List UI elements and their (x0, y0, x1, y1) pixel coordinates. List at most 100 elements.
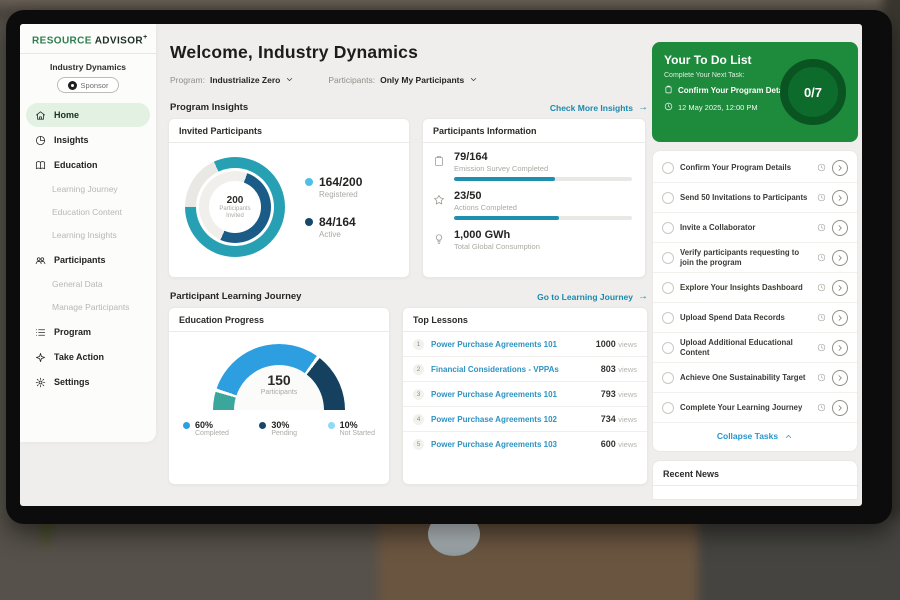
sidebar-item-settings[interactable]: Settings (26, 370, 150, 394)
sidebar-item-manage-participants[interactable]: Manage Participants (20, 296, 156, 319)
views-word: views (618, 365, 637, 374)
lesson-row: 1 Power Purchase Agreements 101 1000 vie… (403, 332, 647, 357)
chevron-right-button[interactable] (832, 310, 848, 326)
participants-dropdown[interactable]: Participants: Only My Participants (328, 71, 478, 89)
check-more-insights-link[interactable]: Check More Insights → (550, 102, 648, 113)
collapse-tasks-link[interactable]: Collapse Tasks (653, 423, 857, 449)
legend-label: Not Started (340, 430, 375, 437)
task-checkbox[interactable] (662, 372, 674, 384)
lesson-link[interactable]: Power Purchase Agreements 103 (431, 440, 594, 449)
task-checkbox[interactable] (662, 162, 674, 174)
task-label: Invite a Collaborator (680, 223, 811, 233)
legend-active: 84/164 Active (305, 215, 362, 239)
todo-summary-card: Your To Do List Complete Your Next Task:… (652, 42, 858, 142)
sidebar-item-label: Learning Insights (52, 230, 117, 240)
legend-value: 84/164 (319, 215, 356, 229)
task-checkbox[interactable] (662, 342, 674, 354)
todo-item[interactable]: Send 50 Invitations to Participants (653, 183, 857, 213)
clock-icon (817, 219, 826, 237)
chevron-right-button[interactable] (832, 160, 848, 176)
legend-value: 30% (271, 420, 297, 430)
sidebar-item-label: Education (54, 160, 98, 170)
lesson-link[interactable]: Power Purchase Agreements 101 (431, 340, 589, 349)
todo-progress-ring: 0/7 (780, 59, 846, 125)
lesson-rank: 4 (413, 414, 424, 425)
todo-item[interactable]: Confirm Your Program Details (653, 153, 857, 183)
stat-value: 1,000 GWh (454, 229, 540, 241)
go-to-learning-journey-link[interactable]: Go to Learning Journey → (537, 291, 648, 302)
task-label: Explore Your Insights Dashboard (680, 283, 811, 293)
sidebar-item-participants[interactable]: Participants (26, 248, 150, 272)
stat-emission-survey: 79/164 Emission Survey Completed (433, 151, 633, 181)
card-title: Participants Information (423, 119, 645, 143)
top-lessons-card: Top Lessons 1 Power Purchase Agreements … (402, 307, 648, 485)
chevron-right-button[interactable] (832, 280, 848, 296)
task-checkbox[interactable] (662, 282, 674, 294)
views-count: 600 (601, 439, 616, 449)
bulb-icon (433, 229, 446, 251)
lesson-rank: 3 (413, 389, 424, 400)
todo-item[interactable]: Upload Additional Educational Content (653, 333, 857, 363)
lesson-rank: 5 (413, 439, 424, 450)
task-checkbox[interactable] (662, 192, 674, 204)
sidebar-item-learning-insights[interactable]: Learning Insights (20, 224, 156, 247)
lesson-link[interactable]: Power Purchase Agreements 101 (431, 390, 594, 399)
todo-item[interactable]: Achieve One Sustainability Target (653, 363, 857, 393)
chevron-right-button[interactable] (832, 220, 848, 236)
sidebar-item-general-data[interactable]: General Data (20, 273, 156, 296)
todo-item[interactable]: Upload Spend Data Records (653, 303, 857, 333)
sidebar-item-label: Learning Journey (52, 184, 118, 194)
program-dropdown[interactable]: Program: Industrialize Zero (170, 71, 294, 89)
sidebar-item-home[interactable]: Home (26, 103, 150, 127)
task-checkbox[interactable] (662, 312, 674, 324)
legend-label: Pending (271, 430, 297, 437)
lesson-rank: 1 (413, 339, 424, 350)
lesson-link[interactable]: Power Purchase Agreements 102 (431, 415, 594, 424)
stat-value: 79/164 (454, 151, 632, 163)
sidebar-item-learning-journey[interactable]: Learning Journey (20, 178, 156, 201)
views-word: views (618, 390, 637, 399)
lesson-link[interactable]: Financial Considerations - VPPAs (431, 365, 594, 374)
sponsor-badge[interactable]: Sponsor (57, 77, 119, 93)
todo-item[interactable]: Explore Your Insights Dashboard (653, 273, 857, 303)
todo-item[interactable]: Complete Your Learning Journey (653, 393, 857, 423)
sidebar-nav: Home Insights Education Learning Journey… (20, 103, 156, 394)
clock-icon (817, 159, 826, 177)
chevron-right-button[interactable] (832, 370, 848, 386)
stat-label: Actions Completed (454, 203, 632, 212)
logo-secondary: ADVISOR (95, 35, 143, 46)
sponsor-icon (68, 81, 77, 90)
task-checkbox[interactable] (662, 222, 674, 234)
views-count: 1000 (596, 339, 616, 349)
chevron-right-button[interactable] (832, 250, 848, 266)
legend-label: Registered (319, 190, 362, 199)
chevron-right-button[interactable] (832, 400, 848, 416)
legend-dot (305, 178, 313, 186)
sidebar-item-education[interactable]: Education (26, 153, 150, 177)
chevron-down-icon (285, 71, 294, 89)
task-checkbox[interactable] (662, 402, 674, 414)
card-title: Invited Participants (169, 119, 409, 143)
invited-donut-chart: 200 Participants Invited (185, 157, 285, 257)
sidebar-item-take-action[interactable]: Take Action (26, 345, 150, 369)
legend-label: Completed (195, 430, 229, 437)
task-checkbox[interactable] (662, 252, 674, 264)
donut-center-value: 200 (227, 195, 244, 206)
sidebar-item-label: Participants (54, 255, 106, 265)
clock-icon (817, 339, 826, 357)
chevron-right-button[interactable] (832, 190, 848, 206)
task-label: Confirm Your Program Details (680, 163, 811, 173)
sponsor-badge-label: Sponsor (81, 81, 109, 90)
sidebar-item-education-content[interactable]: Education Content (20, 201, 156, 224)
list-icon (34, 326, 46, 338)
sidebar-item-program[interactable]: Program (26, 320, 150, 344)
recent-news-title: Recent News (653, 461, 857, 486)
sidebar-item-label: Manage Participants (52, 302, 130, 312)
sidebar-item-insights[interactable]: Insights (26, 128, 150, 152)
sidebar-item-label: Take Action (54, 352, 104, 362)
todo-item[interactable]: Invite a Collaborator (653, 213, 857, 243)
stat-value: 23/50 (454, 190, 632, 202)
sidebar-item-label: Education Content (52, 207, 122, 217)
chevron-right-button[interactable] (832, 340, 848, 356)
todo-item[interactable]: Verify participants requesting to join t… (653, 243, 857, 273)
